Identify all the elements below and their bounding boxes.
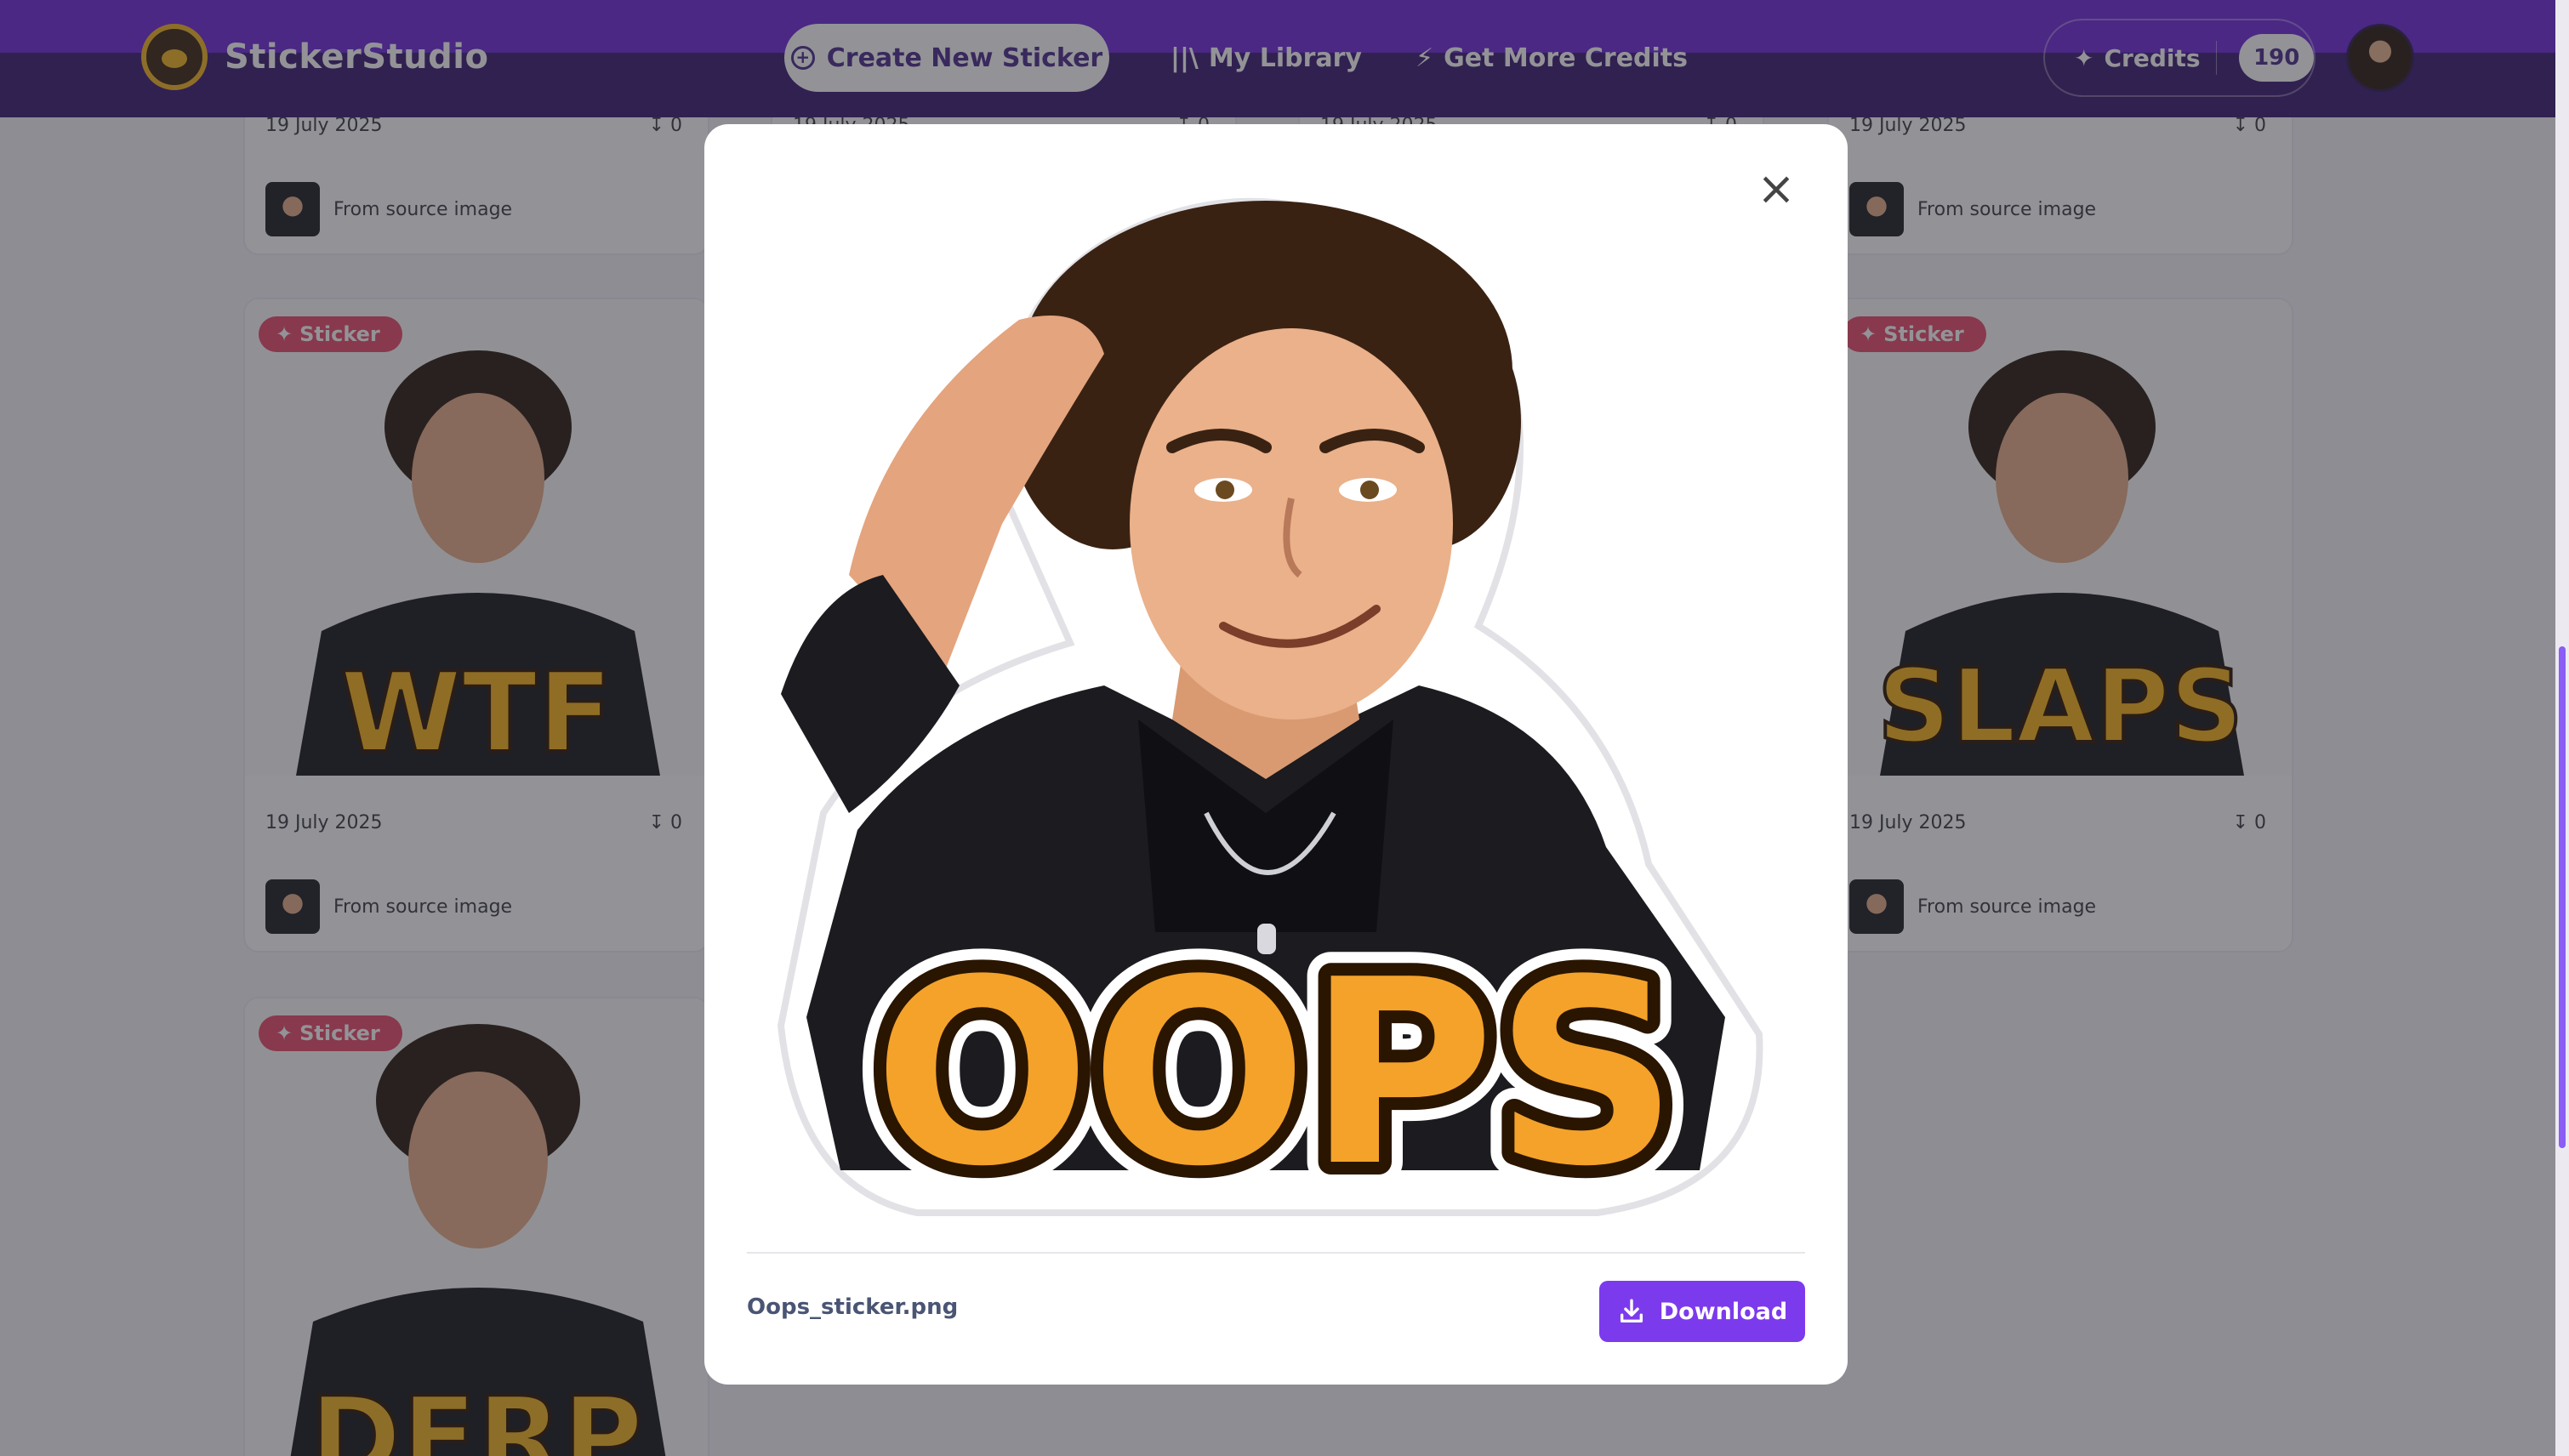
page-scrollbar[interactable] (2555, 0, 2569, 1456)
sticker-preview-modal: OOPS OOPS OOPS × Oops_sticker.png Downlo… (704, 124, 1848, 1385)
download-icon (1620, 1299, 1643, 1323)
download-button[interactable]: Download (1599, 1281, 1805, 1342)
modal-divider (747, 1252, 1805, 1254)
sticker-artwork: OOPS OOPS OOPS (777, 197, 1763, 1246)
scrollbar-thumb[interactable] (2559, 646, 2566, 1148)
sticker-word: OOPS (874, 925, 1678, 1222)
sticker-preview-image: OOPS OOPS OOPS (747, 167, 1805, 1246)
file-name: Oops_sticker.png (747, 1294, 959, 1320)
download-label: Download (1659, 1298, 1788, 1325)
close-icon[interactable]: × (1752, 165, 1800, 213)
